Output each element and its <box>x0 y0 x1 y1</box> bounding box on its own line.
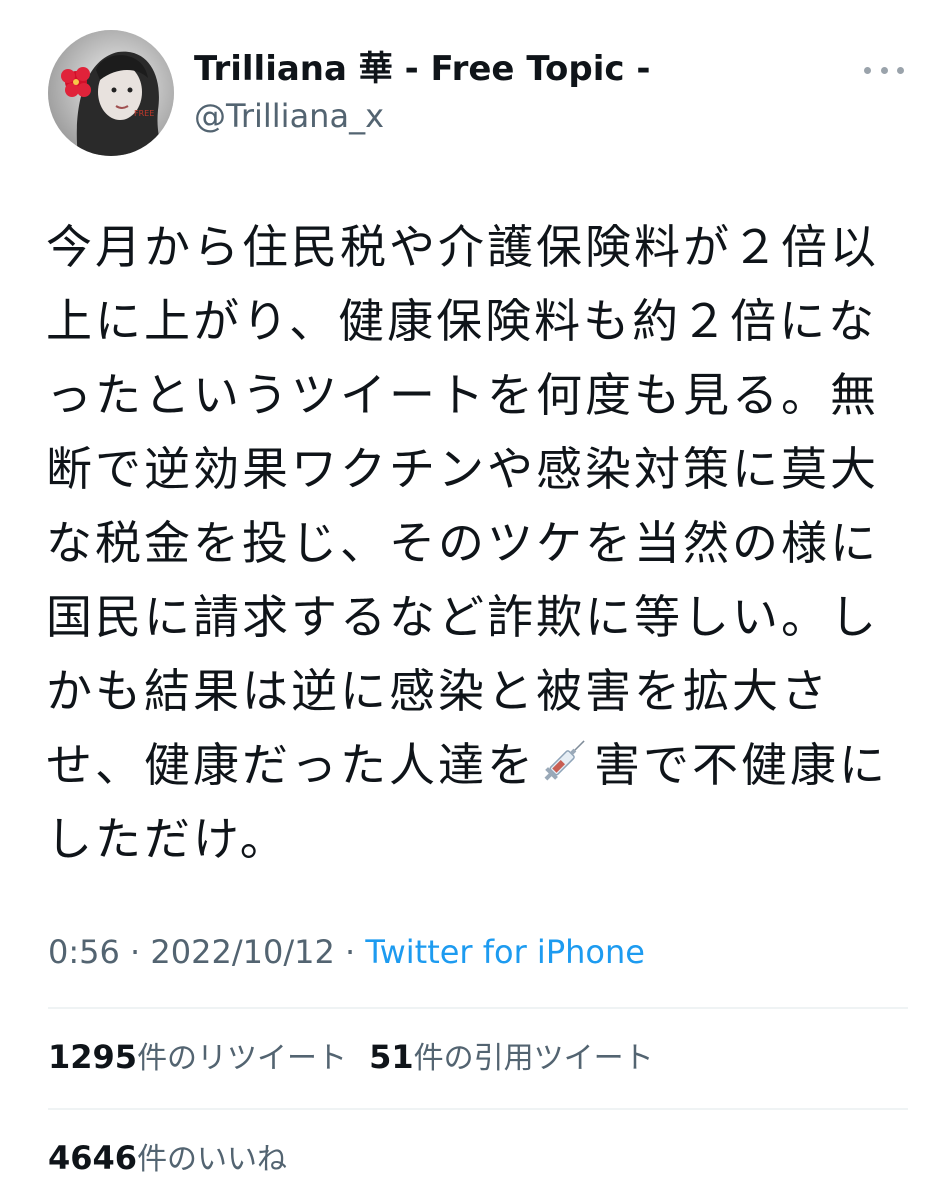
user-handle[interactable]: @Trilliana_x <box>194 96 650 136</box>
tweet-line: しただけ。 <box>46 812 289 866</box>
tweet-line-with-emoji: せ、健康だった人達を 害で不健康に <box>46 728 912 802</box>
engagement-stats-row: 1295件のリツイート 51件の引用ツイート <box>48 1035 676 1081</box>
syringe-emoji-icon <box>544 740 585 781</box>
tweet-line: かも結果は逆に感染と被害を拡大さ <box>46 664 830 718</box>
display-name[interactable]: Trilliana 華 - Free Topic - <box>194 48 650 90</box>
tweet-time[interactable]: 0:56 <box>48 933 120 971</box>
ellipsis-icon <box>897 66 904 74</box>
quotes-count: 51 <box>369 1038 414 1076</box>
avatar-photo-icon: FREE <box>48 30 174 156</box>
tweet-text: 今月から住民税や介護保険料が２倍以 上に上がり、健康保険料も約２倍にな ったとい… <box>46 210 912 876</box>
more-options-button[interactable] <box>864 60 904 80</box>
ellipsis-icon <box>864 66 871 74</box>
meta-separator: · <box>119 933 151 971</box>
avatar[interactable]: FREE <box>48 30 174 156</box>
ellipsis-icon <box>880 66 888 74</box>
likes-label: 件のいいね <box>137 1142 288 1177</box>
likes-stats-row: 4646件のいいね <box>48 1136 309 1182</box>
divider <box>48 1108 908 1110</box>
retweets-count: 1295 <box>48 1038 138 1076</box>
quotes-stat[interactable]: 51件の引用ツイート <box>369 1035 654 1081</box>
tweet-line: 国民に請求するなど詐欺に等しい。し <box>46 590 879 644</box>
retweets-label: 件のリツイート <box>137 1041 348 1076</box>
svg-text:FREE: FREE <box>134 109 154 118</box>
likes-stat[interactable]: 4646件のいいね <box>48 1136 287 1182</box>
tweet-header: FREE Trilliana 華 - Free Topic - @Trillia… <box>48 30 908 160</box>
tweet-line: な税金を投じ、そのツケを当然の様に <box>46 516 879 570</box>
tweet-line-segment: せ、健康だった人達を <box>46 738 536 792</box>
tweet-line-segment: 害で不健康に <box>594 738 888 792</box>
retweets-stat[interactable]: 1295件のリツイート <box>48 1035 347 1081</box>
meta-separator: · <box>334 933 366 971</box>
author-names: Trilliana 華 - Free Topic - @Trilliana_x <box>194 48 650 136</box>
likes-count: 4646 <box>48 1139 138 1177</box>
tweet-line: 上に上がり、健康保険料も約２倍にな <box>46 294 878 348</box>
tweet-date[interactable]: 2022/10/12 <box>150 933 334 971</box>
tweet-line: 今月から住民税や介護保険料が２倍以 <box>46 220 879 274</box>
tweet-line: 断で逆効果ワクチンや感染対策に莫大 <box>46 442 879 496</box>
quotes-label: 件の引用ツイート <box>413 1041 654 1076</box>
tweet-line: ったというツイートを何度も見る。無 <box>46 368 879 422</box>
divider <box>48 1007 908 1009</box>
tweet-source-link[interactable]: Twitter for iPhone <box>365 933 645 971</box>
tweet-meta: 0:56 · 2022/10/12 · Twitter for iPhone <box>48 928 645 976</box>
